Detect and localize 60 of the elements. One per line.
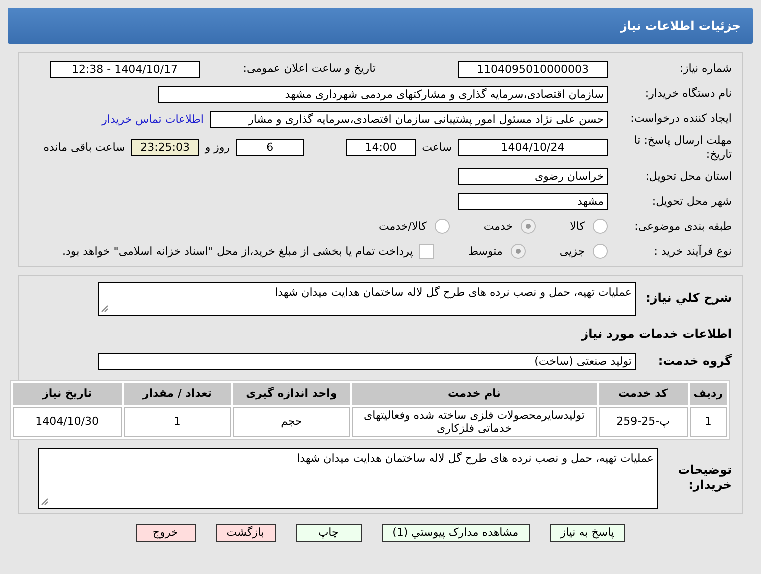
- field-label: توضیحات خریدار:: [677, 463, 732, 493]
- action-button[interactable]: مشاهده مدارک پیوستي (1): [382, 524, 530, 542]
- column-header: تاریخ نیاز: [13, 382, 122, 404]
- field-label: شماره نیاز:: [678, 62, 732, 76]
- deadline-date-field: 1404/10/24: [458, 139, 608, 156]
- field-label: استان محل تحویل:: [644, 170, 732, 184]
- days-field: 6: [236, 139, 304, 156]
- table-cell: تولیدسایرمحصولات فلزی ساخته شده وفعالیتهای خدماتی فلزکاری: [352, 406, 597, 436]
- column-header: تعداد / مقدار: [124, 382, 232, 404]
- option-label: كالا/خدمت: [379, 220, 427, 233]
- column-header: نام خدمت: [352, 382, 597, 404]
- option-label: متوسط: [468, 245, 503, 258]
- option-label: كالا: [570, 220, 585, 233]
- page-title: جزئیات اطلاعات نیاز: [8, 8, 753, 44]
- field-label: مهلت ارسال پاسخ: تا تاریخ:: [633, 134, 732, 162]
- action-button[interactable]: بازگشت: [216, 524, 276, 542]
- field-label: شهر محل تحویل:: [651, 194, 732, 208]
- table-cell: 1: [124, 406, 232, 436]
- action-button[interactable]: چاپ: [296, 524, 362, 542]
- action-button[interactable]: خروج: [136, 524, 196, 542]
- field-label: ایجاد کننده درخواست:: [630, 112, 732, 126]
- column-header: واحد اندازه گیری: [233, 382, 350, 404]
- province-field: خراسان رضوی: [458, 168, 608, 185]
- table-cell: 1: [690, 406, 727, 436]
- buyer-notes-field: عملیات تهیه، حمل و نصب نرده های طرح گل لاله ساختمان هدایت میدان شهدا: [38, 448, 658, 508]
- column-header: رديف: [690, 382, 727, 404]
- summary-field: عملیات تهیه، حمل و نصب نرده های طرح گل لاله ساختمان هدایت میدان شهدا: [98, 282, 636, 316]
- option-label: جزیی: [560, 245, 585, 258]
- option-label: خدمت: [484, 220, 514, 233]
- payment-note: پرداخت تمام یا بخشی از مبلغ خرید،از محل "اسناد خزانه اسلامی" خواهد بود.: [62, 245, 414, 258]
- field-label: شرح کلي نياز:: [645, 291, 732, 306]
- checkbox[interactable]: [419, 244, 434, 259]
- field-label: نام دستگاه خریدار:: [644, 87, 732, 101]
- service-group-field: تولید صنعتی (ساخت): [98, 353, 636, 370]
- resize-grip-icon: [41, 498, 49, 506]
- action-button[interactable]: پاسخ به نیاز: [550, 524, 626, 542]
- column-header: کد خدمت: [598, 382, 688, 404]
- table-cell: حجم: [233, 406, 350, 436]
- city-field: مشهد: [458, 193, 608, 210]
- announce-date-field: 1404/10/17 - 12:38: [50, 60, 200, 78]
- deadline-time-field: 14:00: [346, 139, 416, 156]
- table-cell: پ-25-259: [598, 406, 688, 436]
- creator-field: حسن علی نژاد مسئول امور پشتیبانی سازمان اقتصادی،سرمایه گذاری و مشار: [210, 110, 608, 128]
- radio-button[interactable]: [593, 219, 608, 234]
- contact-link[interactable]: اطلاعات تماس خریدار: [102, 112, 204, 126]
- field-label: گروه خدمت:: [657, 354, 732, 369]
- resize-grip-icon: [101, 304, 109, 312]
- field-label: طبقه بندی موضوعی:: [634, 220, 732, 234]
- field-label: نوع فرآیند خرید :: [653, 244, 732, 258]
- field-label: روز و: [205, 141, 230, 154]
- section-title: اطلاعات خدمات مورد نياز: [582, 326, 732, 340]
- table-cell: 1404/10/30: [13, 406, 122, 436]
- field-label: تاریخ و ساعت اعلان عمومی:: [242, 62, 376, 76]
- remaining-time-field: 23:25:03: [131, 139, 200, 156]
- radio-button[interactable]: [593, 244, 608, 259]
- radio-button[interactable]: [434, 219, 450, 234]
- field-label: ساعت باقی مانده: [44, 141, 126, 154]
- buyer-org-field: سازمان اقتصادی،سرمایه گذاری و مشارکتهای مردمی شهرداری مشهد: [158, 86, 608, 102]
- field-label: ساعت: [422, 141, 452, 154]
- need-number-field: 1104095010000003: [458, 60, 608, 78]
